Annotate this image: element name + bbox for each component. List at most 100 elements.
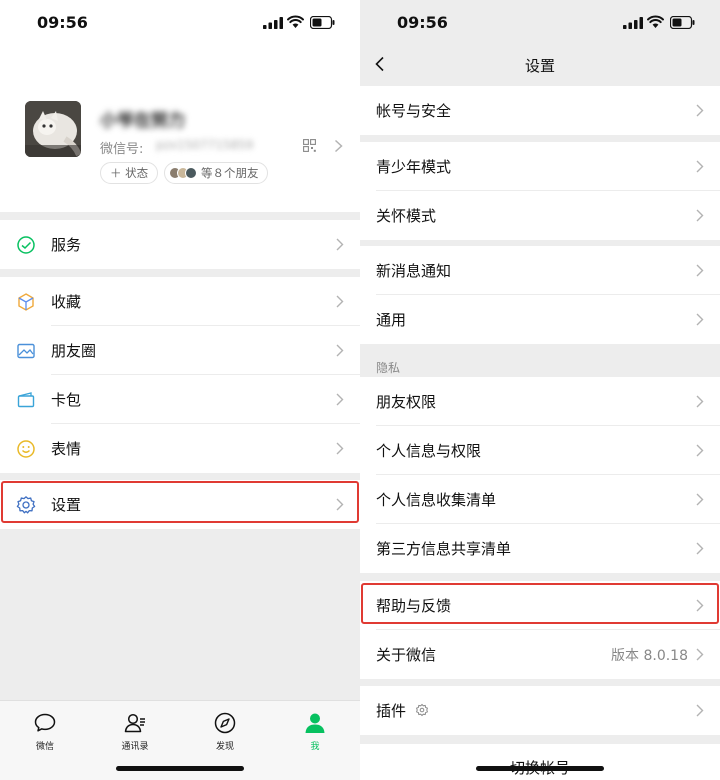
settings-group: 设置 — [0, 480, 360, 529]
discover-icon — [214, 712, 236, 734]
settings-screen: 09:56 设置 帐号与安全 青少年模式 关怀模式 新消息通知 通用 隐私 朋友… — [360, 0, 720, 780]
menu-item-settings[interactable]: 设置 — [0, 480, 360, 529]
chevron-right-icon — [696, 704, 704, 717]
account-group: 帐号与安全 — [360, 86, 720, 135]
sticker-icon — [17, 440, 35, 458]
general-group: 新消息通知 通用 — [360, 246, 720, 344]
chat-icon — [34, 713, 56, 732]
chevron-right-icon — [696, 493, 704, 506]
item-label: 帮助与反馈 — [376, 597, 452, 615]
menu-item-service[interactable]: 服务 — [0, 220, 360, 269]
menu-label: 收藏 — [51, 293, 82, 311]
settings-item-personal-info-permissions[interactable]: 个人信息与权限 — [360, 426, 720, 475]
item-label: 关于微信 — [376, 646, 437, 664]
item-label: 个人信息收集清单 — [376, 491, 497, 509]
tab-contacts[interactable]: 通讯录 — [105, 711, 165, 752]
item-label: 插件 — [376, 702, 407, 720]
status-time: 09:56 — [37, 13, 88, 32]
avatar[interactable] — [25, 101, 81, 157]
item-label: 通用 — [376, 311, 407, 329]
tab-chats[interactable]: 微信 — [15, 711, 75, 752]
menu-label: 服务 — [51, 236, 82, 254]
tab-label: 发现 — [215, 742, 234, 752]
item-label: 个人信息与权限 — [376, 442, 482, 460]
wifi-icon — [647, 15, 664, 28]
modes-group: 青少年模式 关怀模式 — [360, 142, 720, 240]
signal-icon — [263, 17, 283, 29]
settings-item-care-mode[interactable]: 关怀模式 — [360, 191, 720, 240]
me-screen: 09:56 小爷在努力 微信号: pzx1507715859 ＋ 状态 等８个朋… — [0, 0, 360, 780]
menu-item-favorites[interactable]: 收藏 — [0, 277, 360, 326]
settings-item-info-collection-list[interactable]: 个人信息收集清单 — [360, 475, 720, 524]
wechat-id-label: 微信号: — [100, 142, 144, 157]
menu-item-card-wallet[interactable]: 卡包 — [0, 375, 360, 424]
switch-account-button[interactable]: 切换帐号 — [360, 744, 720, 780]
chevron-right-icon — [696, 104, 704, 117]
settings-item-friend-permissions[interactable]: 朋友权限 — [360, 377, 720, 426]
friend-avatar — [185, 167, 197, 179]
qr-code-icon[interactable] — [303, 139, 316, 152]
chevron-right-icon — [336, 344, 344, 357]
menu-label: 设置 — [51, 496, 82, 514]
chevron-right-icon — [696, 542, 704, 555]
navigation-bar: 09:56 设置 — [360, 0, 720, 88]
home-indicator — [116, 766, 244, 771]
privacy-group: 朋友权限 个人信息与权限 个人信息收集清单 第三方信息共享清单 — [360, 377, 720, 573]
chevron-right-icon — [336, 295, 344, 308]
settings-item-third-party-sharing-list[interactable]: 第三方信息共享清单 — [360, 524, 720, 573]
tab-label: 微信 — [35, 742, 54, 752]
settings-item-general[interactable]: 通用 — [360, 295, 720, 344]
menu-label: 表情 — [51, 440, 82, 458]
chevron-right-icon — [696, 395, 704, 408]
features-group: 收藏 朋友圈 卡包 表情 — [0, 277, 360, 473]
profile-card[interactable]: 09:56 小爷在努力 微信号: pzx1507715859 ＋ 状态 等８个朋… — [0, 0, 360, 212]
chevron-right-icon — [336, 238, 344, 251]
friends-text: 等８个朋友 — [201, 166, 259, 180]
plugins-group: 插件 — [360, 686, 720, 735]
settings-item-about-wechat[interactable]: 关于微信 版本 8.0.18 — [360, 630, 720, 679]
card-wallet-icon — [17, 392, 35, 408]
section-header-privacy: 隐私 — [376, 361, 401, 375]
chevron-right-icon — [696, 444, 704, 457]
tab-me[interactable]: 我 — [285, 711, 345, 752]
chevron-right-icon — [336, 442, 344, 455]
battery-icon — [310, 16, 335, 29]
add-status-button[interactable]: ＋ 状态 — [100, 162, 159, 184]
status-time: 09:56 — [397, 13, 448, 32]
service-icon — [17, 236, 35, 254]
friends-status-button[interactable]: 等８个朋友 — [164, 162, 268, 184]
item-label: 新消息通知 — [376, 262, 452, 280]
tab-label: 我 — [310, 742, 320, 752]
wechat-id-value: pzx1507715859 — [156, 138, 254, 152]
chevron-right-icon — [696, 648, 704, 661]
chevron-right-icon — [336, 498, 344, 511]
service-group: 服务 — [0, 220, 360, 269]
menu-label: 卡包 — [51, 391, 82, 409]
menu-label: 朋友圈 — [51, 342, 97, 360]
wifi-icon — [287, 15, 304, 28]
version-value: 版本 8.0.18 — [611, 647, 688, 664]
settings-item-notifications[interactable]: 新消息通知 — [360, 246, 720, 295]
menu-item-moments[interactable]: 朋友圈 — [0, 326, 360, 375]
settings-item-teen-mode[interactable]: 青少年模式 — [360, 142, 720, 191]
settings-item-plugins[interactable]: 插件 — [360, 686, 720, 735]
moments-icon — [17, 343, 35, 359]
settings-item-help-feedback[interactable]: 帮助与反馈 — [360, 581, 720, 630]
tab-discover[interactable]: 发现 — [195, 711, 255, 752]
chevron-right-icon — [696, 160, 704, 173]
contacts-icon — [124, 713, 145, 733]
item-label: 第三方信息共享清单 — [376, 540, 512, 558]
chevron-right-icon — [696, 599, 704, 612]
plugin-icon — [415, 703, 429, 717]
chevron-right-icon — [334, 139, 343, 153]
status-bar: 09:56 — [360, 0, 720, 46]
chevron-right-icon — [696, 264, 704, 277]
settings-icon — [16, 496, 36, 514]
menu-item-stickers[interactable]: 表情 — [0, 424, 360, 473]
chevron-right-icon — [336, 393, 344, 406]
nickname: 小爷在努力 — [100, 111, 185, 131]
page-title: 设置 — [524, 57, 555, 75]
tab-label: 通讯录 — [121, 742, 149, 752]
settings-item-account-security[interactable]: 帐号与安全 — [360, 86, 720, 135]
battery-icon — [670, 16, 695, 29]
